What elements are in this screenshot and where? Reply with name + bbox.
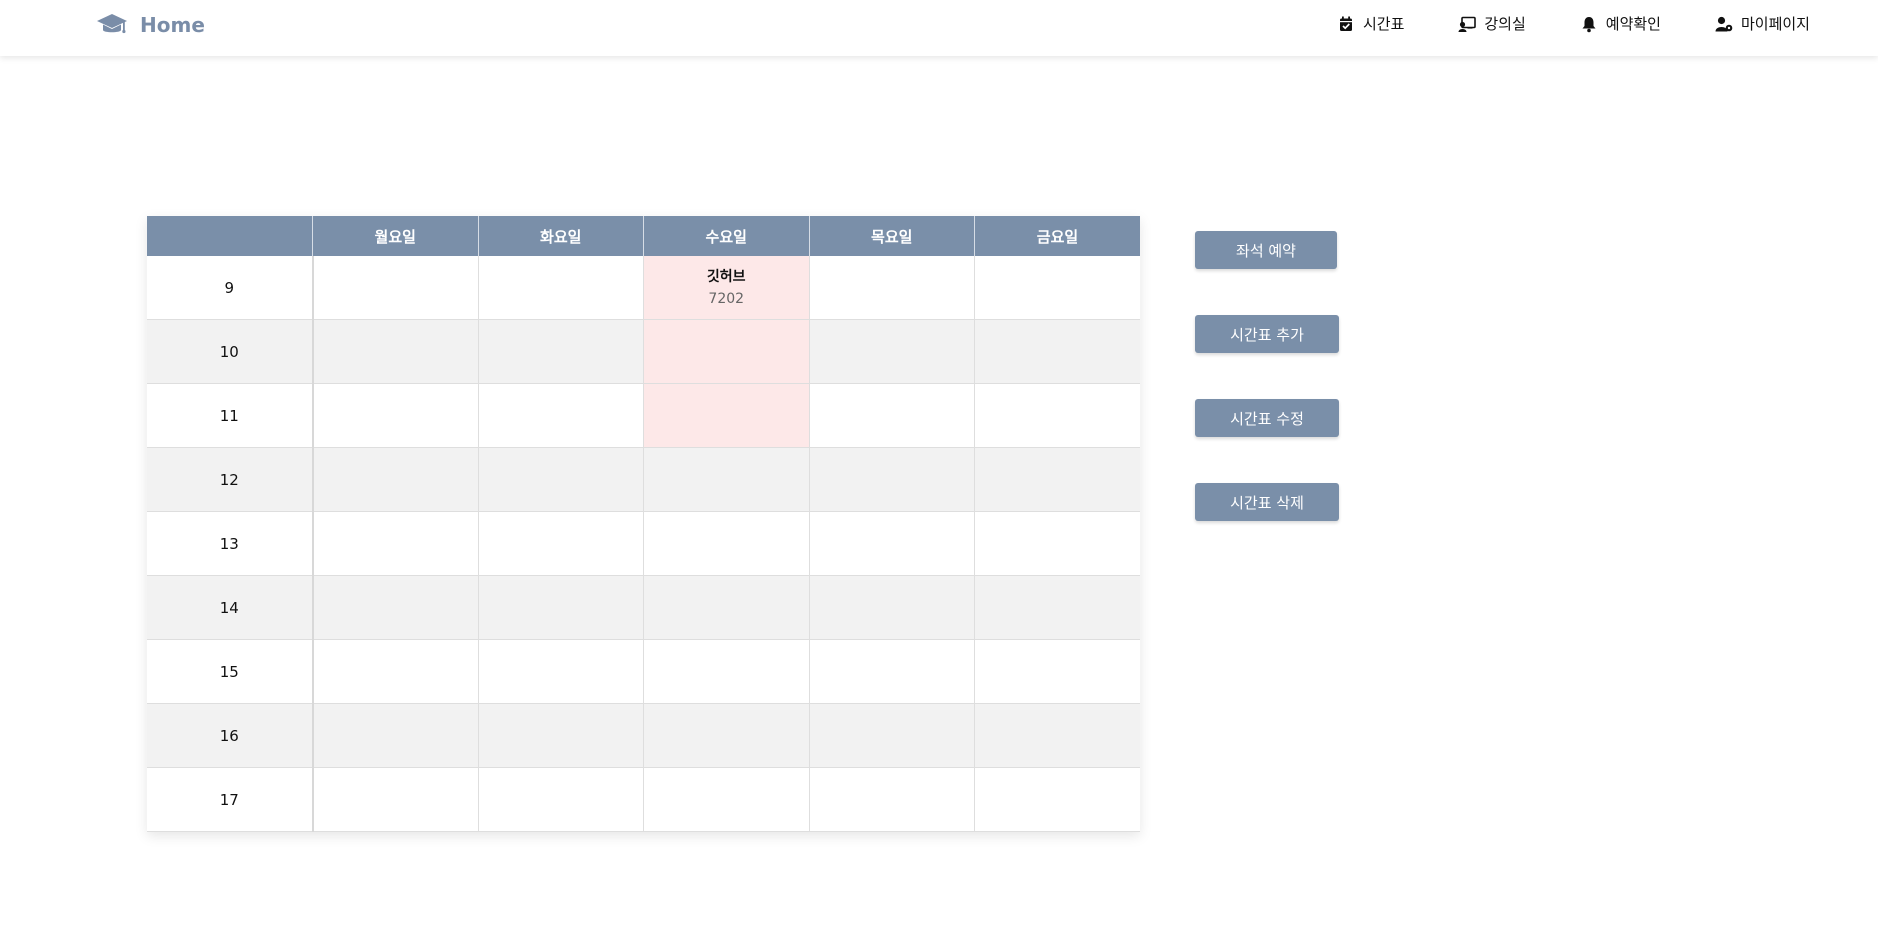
timetable-cell[interactable]	[809, 575, 975, 640]
calendar-check-icon	[1337, 15, 1355, 33]
nav-menu: 시간표 강의실 예약확인 마이페이지	[1283, 13, 1810, 34]
table-row: 14	[147, 575, 1140, 640]
nav-item-timetable[interactable]: 시간표	[1337, 13, 1404, 34]
timetable-cell[interactable]	[312, 575, 479, 640]
course-room: 7202	[708, 290, 745, 307]
nav-item-reservation-check[interactable]: 예약확인	[1580, 13, 1661, 34]
reserve-seat-button[interactable]: 좌석 예약	[1195, 231, 1337, 269]
timetable-cell[interactable]	[478, 511, 644, 576]
timetable-cell[interactable]	[312, 703, 479, 768]
course-cell[interactable]	[643, 319, 810, 384]
hour-cell: 17	[147, 767, 314, 832]
course-cell[interactable]: 깃허브 7202	[643, 256, 810, 320]
hour-cell: 13	[147, 511, 314, 576]
timetable-cell[interactable]	[312, 511, 479, 576]
timetable-cell[interactable]	[312, 383, 479, 448]
corner-header	[147, 216, 313, 256]
timetable-cell[interactable]	[312, 447, 479, 512]
nav-label: 예약확인	[1605, 15, 1661, 33]
graduation-cap-icon	[96, 12, 128, 38]
add-timetable-button[interactable]: 시간표 추가	[1195, 315, 1339, 353]
timetable-cell[interactable]	[974, 447, 1140, 512]
timetable-cell[interactable]	[478, 383, 644, 448]
brand-label: Home	[140, 13, 205, 37]
day-header: 화요일	[478, 216, 644, 256]
timetable-cell[interactable]	[809, 447, 975, 512]
timetable-cell[interactable]	[312, 256, 479, 320]
chalkboard-teacher-icon	[1458, 15, 1477, 33]
timetable-cell[interactable]	[643, 575, 810, 640]
hour-cell: 12	[147, 447, 314, 512]
day-header: 금요일	[974, 216, 1140, 256]
timetable-cell[interactable]	[974, 511, 1140, 576]
timetable-cell[interactable]	[809, 256, 975, 320]
timetable-container: 월요일 화요일 수요일 목요일 금요일 9 깃허브 7202 10 11 12 …	[147, 216, 1140, 832]
day-header: 수요일	[643, 216, 810, 256]
table-row: 15	[147, 639, 1140, 704]
timetable-cell[interactable]	[643, 703, 810, 768]
hour-cell: 11	[147, 383, 314, 448]
day-header: 목요일	[809, 216, 975, 256]
timetable-cell[interactable]	[312, 319, 479, 384]
hour-cell: 15	[147, 639, 314, 704]
timetable-cell[interactable]	[809, 319, 975, 384]
table-row: 9 깃허브 7202	[147, 256, 1140, 320]
table-row: 16	[147, 703, 1140, 768]
timetable-cell[interactable]	[478, 767, 644, 832]
timetable-cell[interactable]	[478, 575, 644, 640]
table-row: 17	[147, 767, 1140, 832]
day-header: 월요일	[312, 216, 479, 256]
hour-cell: 16	[147, 703, 314, 768]
course-cell[interactable]	[643, 383, 810, 448]
timetable-cell[interactable]	[643, 639, 810, 704]
timetable-cell[interactable]	[478, 256, 644, 320]
timetable-cell[interactable]	[809, 703, 975, 768]
hour-cell: 9	[147, 256, 314, 320]
nav-label: 강의실	[1484, 15, 1526, 33]
timetable-cell[interactable]	[478, 447, 644, 512]
timetable-cell[interactable]	[478, 319, 644, 384]
hour-cell: 14	[147, 575, 314, 640]
timetable-cell[interactable]	[312, 767, 479, 832]
timetable-cell[interactable]	[312, 639, 479, 704]
timetable: 월요일 화요일 수요일 목요일 금요일 9 깃허브 7202 10 11 12 …	[147, 216, 1140, 832]
home-link[interactable]: Home	[96, 12, 205, 38]
timetable-cell[interactable]	[478, 703, 644, 768]
timetable-cell[interactable]	[643, 511, 810, 576]
table-row: 10	[147, 319, 1140, 384]
timetable-cell[interactable]	[809, 767, 975, 832]
course-name: 깃허브	[706, 268, 746, 285]
user-cog-icon	[1715, 15, 1733, 33]
timetable-cell[interactable]	[643, 767, 810, 832]
top-navbar: Home 시간표 강의실 예약확인 마이페이지	[0, 0, 1878, 56]
timetable-cell[interactable]	[974, 639, 1140, 704]
table-row: 13	[147, 511, 1140, 576]
timetable-cell[interactable]	[974, 256, 1140, 320]
table-row: 12	[147, 447, 1140, 512]
nav-item-classroom[interactable]: 강의실	[1458, 13, 1526, 34]
edit-timetable-button[interactable]: 시간표 수정	[1195, 399, 1339, 437]
timetable-cell[interactable]	[974, 575, 1140, 640]
nav-item-mypage[interactable]: 마이페이지	[1715, 13, 1810, 34]
delete-timetable-button[interactable]: 시간표 삭제	[1195, 483, 1339, 521]
bell-icon	[1580, 15, 1598, 33]
timetable-header-row: 월요일 화요일 수요일 목요일 금요일	[147, 216, 1140, 256]
nav-label: 시간표	[1362, 15, 1405, 33]
nav-label: 마이페이지	[1740, 15, 1810, 33]
timetable-cell[interactable]	[809, 639, 975, 704]
hour-cell: 10	[147, 319, 314, 384]
timetable-cell[interactable]	[974, 383, 1140, 448]
action-button-group: 좌석 예약 시간표 추가 시간표 수정 시간표 삭제	[1195, 231, 1339, 567]
timetable-cell[interactable]	[974, 703, 1140, 768]
timetable-cell[interactable]	[974, 767, 1140, 832]
timetable-cell[interactable]	[809, 383, 975, 448]
table-row: 11	[147, 383, 1140, 448]
timetable-cell[interactable]	[809, 511, 975, 576]
timetable-cell[interactable]	[643, 447, 810, 512]
timetable-cell[interactable]	[974, 319, 1140, 384]
timetable-cell[interactable]	[478, 639, 644, 704]
